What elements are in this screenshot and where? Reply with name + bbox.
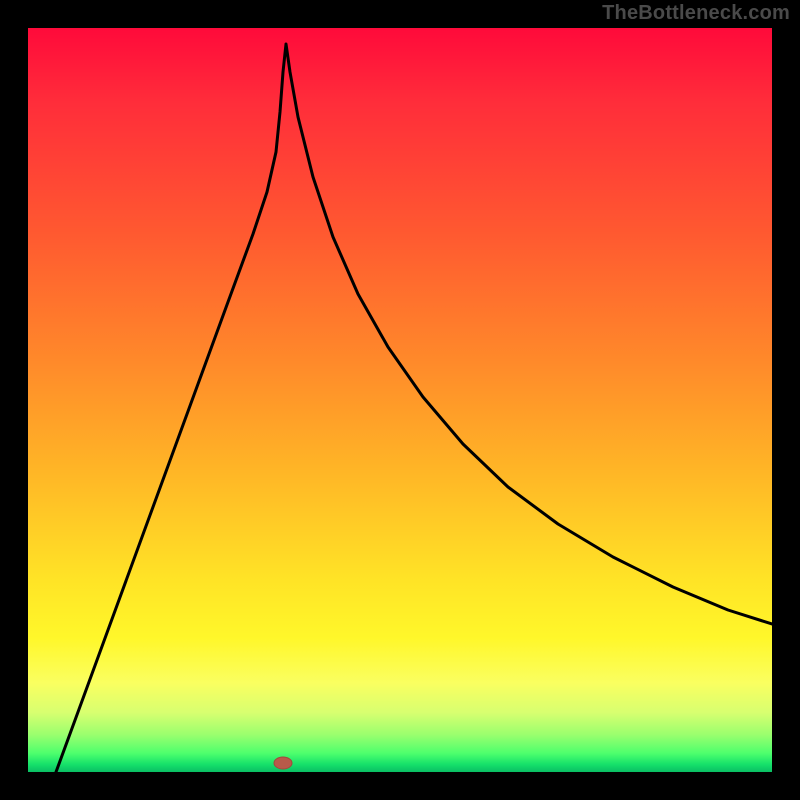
watermark-text: TheBottleneck.com — [602, 2, 790, 25]
plot-area — [28, 28, 772, 772]
chart-svg — [28, 28, 772, 772]
chart-frame: TheBottleneck.com — [0, 0, 800, 800]
optimal-point-marker — [274, 757, 292, 769]
bottleneck-curve — [56, 44, 772, 772]
